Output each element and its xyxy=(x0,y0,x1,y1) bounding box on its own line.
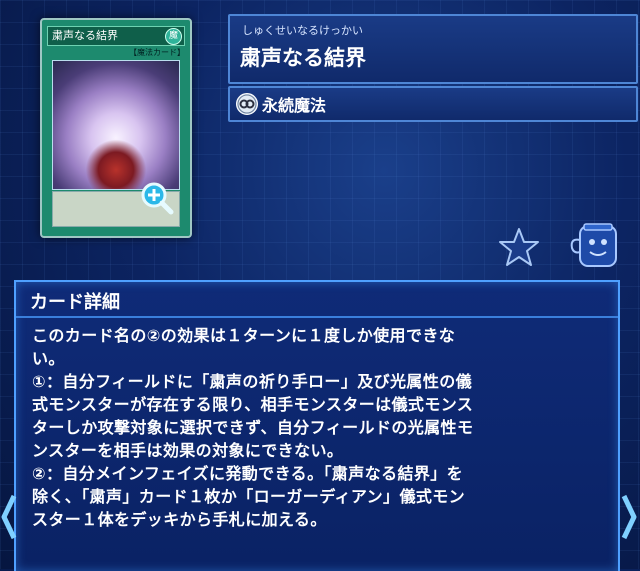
deck-button[interactable] xyxy=(566,222,622,270)
spell-attribute-icon: 魔 xyxy=(165,28,182,45)
deck-jar-icon xyxy=(570,223,617,267)
effect-line: このカード名の②の効果は１ターンに１度しか使用できな xyxy=(32,326,456,345)
chevron-right-icon xyxy=(621,494,637,540)
card-type-label: 永続魔法 xyxy=(262,96,327,115)
card-detail-header: カード詳細 xyxy=(16,282,618,318)
effect-line: 式モンスターが存在する限り、相手モンスターは儀式モンス xyxy=(32,395,474,414)
zoom-in-button[interactable] xyxy=(140,181,174,215)
previous-card-button[interactable] xyxy=(0,492,18,542)
card-type-plate: 永続魔法 xyxy=(228,86,638,122)
card-image-name-bar: 粛声なる結界 魔 xyxy=(47,26,185,46)
effect-line: い。 xyxy=(32,349,65,368)
card-name: 粛声なる結界 xyxy=(240,46,366,70)
effect-line: ①：自分フィールドに「粛声の祈り手ロー」及び光属性の儀 xyxy=(32,372,473,391)
card-name-kana: しゅくせいなるけっかい xyxy=(242,24,363,37)
zoom-in-icon xyxy=(141,182,174,215)
chevron-left-icon xyxy=(1,494,17,540)
favorite-button[interactable] xyxy=(498,226,540,268)
effect-line: ②：自分メインフェイズに発動できる。「粛声なる結界」を xyxy=(32,464,464,483)
card-name-plate: しゅくせいなるけっかい 粛声なる結界 xyxy=(228,14,638,84)
star-icon xyxy=(499,228,539,266)
effect-line: ンスターを相手は効果の対象にできない。 xyxy=(32,441,344,460)
card-image-type: 【魔法カード】 xyxy=(129,48,185,57)
card-image-name: 粛声なる結界 xyxy=(52,29,118,42)
card-detail-panel: カード詳細 このカード名の②の効果は１ターンに１度しか使用できな い。 ①：自分… xyxy=(14,280,620,571)
continuous-spell-icon xyxy=(236,93,258,115)
card-artwork xyxy=(52,60,180,190)
card-detail-title: カード詳細 xyxy=(30,292,120,313)
next-card-button[interactable] xyxy=(620,492,638,542)
effect-line: 除く、「粛声」カード１枚か「ローガーディアン」儀式モン xyxy=(32,487,466,506)
effect-line: スター１体をデッキから手札に加える。 xyxy=(32,510,327,529)
effect-line: ターしか攻撃対象に選択できず、自分フィールドの光属性モ xyxy=(32,418,474,437)
card-effect-text: このカード名の②の効果は１ターンに１度しか使用できな い。 ①：自分フィールドに… xyxy=(32,324,604,531)
